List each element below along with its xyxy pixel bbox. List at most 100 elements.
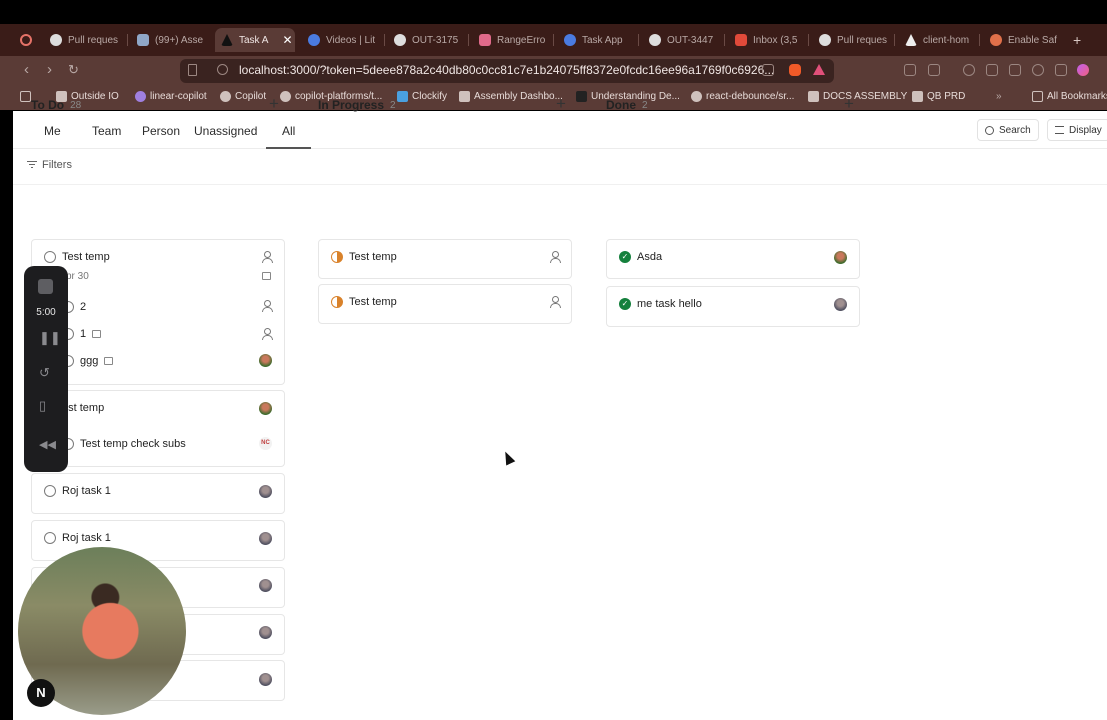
- avatar[interactable]: [259, 485, 272, 498]
- bookmark-linear-copilot[interactable]: linear-copilot: [135, 91, 207, 102]
- bookmark-react-debounce[interactable]: react-debounce/sr...: [691, 91, 794, 102]
- done-status-icon[interactable]: ✓: [619, 298, 631, 310]
- folder-icon: [1032, 91, 1043, 102]
- reload-button[interactable]: ↻: [68, 62, 79, 78]
- add-in-progress-task-button[interactable]: +: [556, 94, 566, 114]
- avatar[interactable]: [259, 626, 272, 639]
- tab-me[interactable]: Me: [44, 124, 61, 138]
- wallet-icon[interactable]: [1009, 64, 1021, 76]
- add-todo-task-button[interactable]: +: [269, 94, 279, 114]
- avatar[interactable]: [259, 673, 272, 686]
- back-button[interactable]: ‹: [24, 62, 29, 78]
- display-button[interactable]: Display: [1047, 119, 1107, 141]
- tab-client-home[interactable]: client-hom: [905, 28, 969, 52]
- brave-rewards-icon[interactable]: [813, 64, 825, 75]
- extensions-icon[interactable]: [904, 64, 916, 76]
- vpn-icon[interactable]: [1055, 64, 1067, 76]
- bookmark-assembly-dashboard[interactable]: Assembly Dashbo...: [459, 91, 563, 102]
- task-title-row: ✓ me task hello: [619, 298, 702, 310]
- github-icon: [280, 91, 291, 102]
- task-title-row: Test temp: [44, 251, 110, 263]
- brave-shield-icon[interactable]: [789, 64, 801, 76]
- leo-ai-icon[interactable]: [1032, 64, 1044, 76]
- unassigned-user-icon[interactable]: [261, 251, 273, 263]
- add-done-task-button[interactable]: +: [844, 94, 854, 114]
- menu-icon[interactable]: [1098, 64, 1107, 76]
- restart-icon[interactable]: ↺: [39, 365, 50, 381]
- todo-status-icon[interactable]: [44, 485, 56, 497]
- unassigned-user-icon[interactable]: [549, 296, 561, 308]
- new-tab-button[interactable]: +: [1073, 28, 1081, 52]
- todo-status-icon[interactable]: [44, 532, 56, 544]
- done-status-icon[interactable]: ✓: [619, 251, 631, 263]
- window-close-icon[interactable]: [20, 34, 32, 46]
- more-bookmarks-button[interactable]: »: [996, 91, 1002, 102]
- delete-icon[interactable]: ▯: [39, 398, 46, 414]
- in-progress-status-icon[interactable]: [331, 296, 343, 308]
- tab-pull-request[interactable]: Pull reques: [50, 28, 118, 52]
- task-title-row: Roj task 1: [44, 532, 111, 544]
- avatar[interactable]: [834, 251, 847, 264]
- filter-bar: Filters: [13, 149, 1107, 185]
- search-button[interactable]: Search: [977, 119, 1039, 141]
- stop-recording-button[interactable]: [38, 279, 53, 294]
- filters-button[interactable]: Filters: [27, 159, 72, 171]
- tab-team[interactable]: Team: [92, 124, 121, 138]
- gmail-icon: [735, 34, 747, 46]
- profile-icon[interactable]: [1077, 64, 1089, 76]
- triangle-icon: [905, 34, 917, 46]
- claude-icon: [990, 34, 1002, 46]
- tab-task-app[interactable]: Task App: [564, 28, 623, 52]
- tab-enable-safe[interactable]: Enable Saf: [990, 28, 1057, 52]
- tab-videos[interactable]: Videos | Lit: [308, 28, 375, 52]
- unassigned-user-icon[interactable]: [261, 328, 273, 340]
- tab-assembly[interactable]: (99+) Asse: [137, 28, 203, 52]
- column-header-todo: To Do 28: [31, 98, 82, 112]
- share-icon[interactable]: [762, 64, 774, 76]
- avatar[interactable]: [259, 532, 272, 545]
- pause-icon[interactable]: ❚❚: [39, 330, 61, 346]
- avatar[interactable]: [259, 579, 272, 592]
- tab-task-app-active[interactable]: Task A ✕: [215, 28, 295, 52]
- subtask-row[interactable]: Test temp check subs: [62, 438, 186, 450]
- screenshot-icon[interactable]: [928, 64, 940, 76]
- in-progress-status-icon[interactable]: [331, 251, 343, 263]
- column-header-done: Done 2: [606, 98, 648, 112]
- next-dev-badge[interactable]: N: [27, 679, 55, 707]
- avatar-initials[interactable]: NC: [259, 437, 272, 450]
- avatar[interactable]: [259, 402, 272, 415]
- unassigned-user-icon[interactable]: [261, 300, 273, 312]
- bookmark-all-bookmarks[interactable]: All Bookmarks: [1032, 91, 1107, 102]
- tab-pull-request-2[interactable]: Pull reques: [819, 28, 887, 52]
- bookmark-docs-assembly[interactable]: DOCS ASSEMBLY: [808, 91, 907, 102]
- forward-button[interactable]: ›: [47, 62, 52, 78]
- tab-out-3447[interactable]: OUT-3447: [649, 28, 713, 52]
- url-text[interactable]: localhost:3000/?token=5deee878a2c40db80c…: [239, 63, 774, 77]
- bookmark-copilot[interactable]: Copilot: [220, 91, 266, 102]
- bookmark-qb-prd[interactable]: QB PRD: [912, 91, 965, 102]
- github-icon: [220, 91, 231, 102]
- tab-inbox[interactable]: Inbox (3,5: [735, 28, 797, 52]
- tab-out-3175[interactable]: OUT-3175: [394, 28, 458, 52]
- sentry-icon: [479, 34, 491, 46]
- avatar[interactable]: [259, 354, 272, 367]
- tab-range-error[interactable]: RangeErro: [479, 28, 545, 52]
- avatar[interactable]: [834, 298, 847, 311]
- close-tab-icon[interactable]: ✕: [282, 33, 292, 47]
- archive-icon[interactable]: [262, 272, 271, 280]
- search-icon: [985, 125, 994, 135]
- bookmark-icon[interactable]: [188, 64, 197, 76]
- bookmark-clockify[interactable]: Clockify: [397, 91, 447, 102]
- sidebar-icon[interactable]: [986, 64, 998, 76]
- todo-status-icon[interactable]: [44, 251, 56, 263]
- apps-grid-icon[interactable]: [20, 91, 31, 102]
- tab-unassigned[interactable]: Unassigned: [194, 124, 257, 138]
- github-icon: [819, 34, 831, 46]
- tab-all[interactable]: All: [282, 124, 295, 138]
- subtask-row[interactable]: ggg: [62, 355, 114, 367]
- unassigned-user-icon[interactable]: [549, 251, 561, 263]
- music-icon[interactable]: [963, 64, 975, 76]
- site-info-icon[interactable]: [217, 64, 228, 75]
- collapse-icon[interactable]: ◀◀: [39, 438, 56, 451]
- tab-person[interactable]: Person: [142, 124, 180, 138]
